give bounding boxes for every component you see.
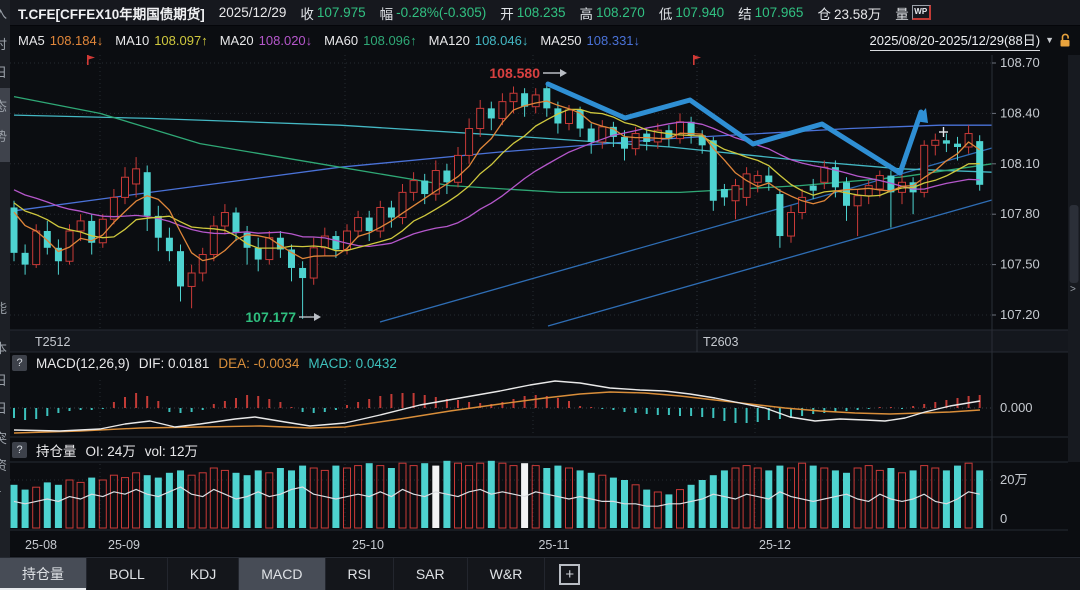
quote-field: 收 107.975 — [300, 5, 366, 22]
quote-field: 开 108.235 — [500, 5, 566, 22]
indicator-tabbar: 持仓量 BOLL KDJ MACD RSI SAR W&R + — [0, 557, 1080, 590]
tab-KDJ[interactable]: KDJ — [168, 558, 240, 590]
svg-text:20万: 20万 — [1000, 472, 1027, 487]
tab-MACD[interactable]: MACD — [239, 558, 326, 590]
quote-date: 2025/12/29 — [218, 5, 287, 20]
svg-text:25-11: 25-11 — [538, 538, 569, 552]
chart-canvas[interactable]: 108.580 107.177 108.70 108.40 108.10 107.80 10… — [0, 0, 1080, 590]
ma-item: MA60 108.096↑ — [324, 32, 417, 48]
tab-SAR[interactable]: SAR — [394, 558, 468, 590]
svg-text:108.10: 108.10 — [1000, 156, 1040, 171]
sidebar-item-clipped[interactable]: 资 — [0, 455, 10, 474]
quote-bar: T.CFE[CFFEX10年期国债期货] 2025/12/29 收 107.975… — [10, 0, 1080, 26]
svg-text:108.580: 108.580 — [489, 65, 540, 81]
ma-item: MA5 108.184↓ — [18, 32, 104, 48]
svg-text:T2512: T2512 — [35, 335, 70, 349]
svg-text:108.70: 108.70 — [1000, 55, 1040, 70]
sidebar-item-clipped[interactable]: 能 — [0, 298, 10, 317]
svg-text:107.177: 107.177 — [245, 309, 296, 325]
left-sidebar-collapsed[interactable]: 入时日态势能本日日突资4 — [0, 0, 10, 557]
tab-持仓量[interactable]: 持仓量 — [0, 558, 87, 590]
ma-values: MA5 108.184↓ MA10 108.097↑ MA20 108.020↓ MA60 1… — [18, 33, 640, 48]
svg-text:25-08: 25-08 — [25, 538, 57, 552]
macd-value: MACD: 0.0432 — [308, 355, 397, 371]
scrollbar-thumb[interactable] — [1069, 205, 1079, 283]
open-interest-panel — [10, 460, 984, 529]
macd-panel-header: ? MACD(12,26,9) DIF: 0.0181 DEA: -0.0034… — [12, 355, 397, 371]
sidebar-item-clipped[interactable]: 日 — [0, 370, 10, 389]
ma-item: MA10 108.097↑ — [115, 32, 208, 48]
tab-RSI[interactable]: RSI — [326, 558, 394, 590]
svg-text:0: 0 — [1000, 511, 1007, 526]
quote-field: 仓 23.58万 — [817, 6, 882, 22]
ma-item: MA250 108.331↓ — [540, 32, 641, 48]
svg-text:108.40: 108.40 — [1000, 105, 1040, 120]
oi-value: OI: 24万 — [85, 444, 136, 459]
macd-panel — [10, 380, 992, 434]
unlock-icon[interactable] — [1059, 33, 1072, 48]
quote-field: 低 107.940 — [658, 5, 725, 22]
ma-legend-row: MA5 108.184↓ MA10 108.097↑ MA20 108.020↓ MA60 1… — [10, 27, 1080, 53]
quote-field: 结 107.965 — [738, 5, 804, 22]
sidebar-item-clipped[interactable]: 日 — [0, 398, 10, 417]
sidebar-item-clipped[interactable]: 突 — [0, 428, 10, 447]
sidebar-item-clipped[interactable]: 日 — [0, 62, 10, 81]
tab-BOLL[interactable]: BOLL — [87, 558, 168, 590]
svg-text:107.50: 107.50 — [1000, 257, 1040, 272]
right-scroll-rail[interactable]: > — [1068, 55, 1080, 462]
macd-title: MACD(12,26,9) — [36, 355, 130, 371]
quote-field: 幅 -0.28%(-0.305) — [379, 5, 487, 22]
add-indicator-button[interactable]: + — [559, 563, 581, 585]
expand-arrow-icon[interactable]: > — [1070, 284, 1076, 295]
svg-text:0.000: 0.000 — [1000, 400, 1033, 415]
help-icon[interactable]: ? — [12, 355, 27, 371]
sidebar-item-clipped[interactable]: 本 — [0, 338, 10, 357]
chevron-down-icon: ▼ — [1045, 35, 1054, 45]
sidebar-item-clipped[interactable]: 入 — [0, 3, 10, 22]
svg-text:25-12: 25-12 — [759, 538, 791, 552]
quote-fields: 收 107.975 幅 -0.28%(-0.305) 开 108.235 高 108.270 低… — [300, 3, 881, 23]
volume-toggle[interactable]: 量 WP — [895, 3, 931, 23]
date-range-label: 2025/08/20-2025/12/29(88日) — [869, 30, 1041, 51]
instrument-title: T.CFE[CFFEX10年期国债期货] — [18, 6, 205, 22]
svg-text:T2603: T2603 — [703, 335, 738, 349]
sidebar-item-clipped[interactable]: 势 — [0, 126, 10, 145]
help-icon[interactable]: ? — [12, 442, 27, 458]
oi-title: 持仓量 — [36, 444, 77, 459]
svg-text:25-09: 25-09 — [108, 538, 140, 552]
futures-charting-app: { "top_bar": { "symbol": "T.CFE[CFFEX10年… — [0, 0, 1080, 590]
svg-text:25-10: 25-10 — [352, 538, 384, 552]
dea-value: DEA: -0.0034 — [218, 355, 300, 371]
date-range-selector[interactable]: 2025/08/20-2025/12/29(88日) ▼ — [869, 30, 1073, 51]
ma-item: MA20 108.020↓ — [219, 32, 313, 48]
svg-text:107.80: 107.80 — [1000, 206, 1040, 221]
quote-field: 高 108.270 — [579, 5, 645, 22]
oi-panel-header: ? 持仓量 OI: 24万 vol: 12万 — [12, 440, 198, 460]
svg-text:107.20: 107.20 — [1000, 307, 1040, 322]
tab-W&R[interactable]: W&R — [468, 558, 546, 590]
wp-logo-badge: WP — [911, 5, 931, 20]
ma-item: MA120 108.046↓ — [428, 32, 529, 48]
sidebar-item-clipped[interactable]: 4 — [0, 482, 10, 497]
dif-value: DIF: 0.0181 — [138, 355, 210, 371]
vol-value: vol: 12万 — [144, 444, 199, 459]
sidebar-item-clipped[interactable]: 时 — [0, 34, 10, 53]
sidebar-item-clipped[interactable]: 态 — [0, 96, 10, 115]
